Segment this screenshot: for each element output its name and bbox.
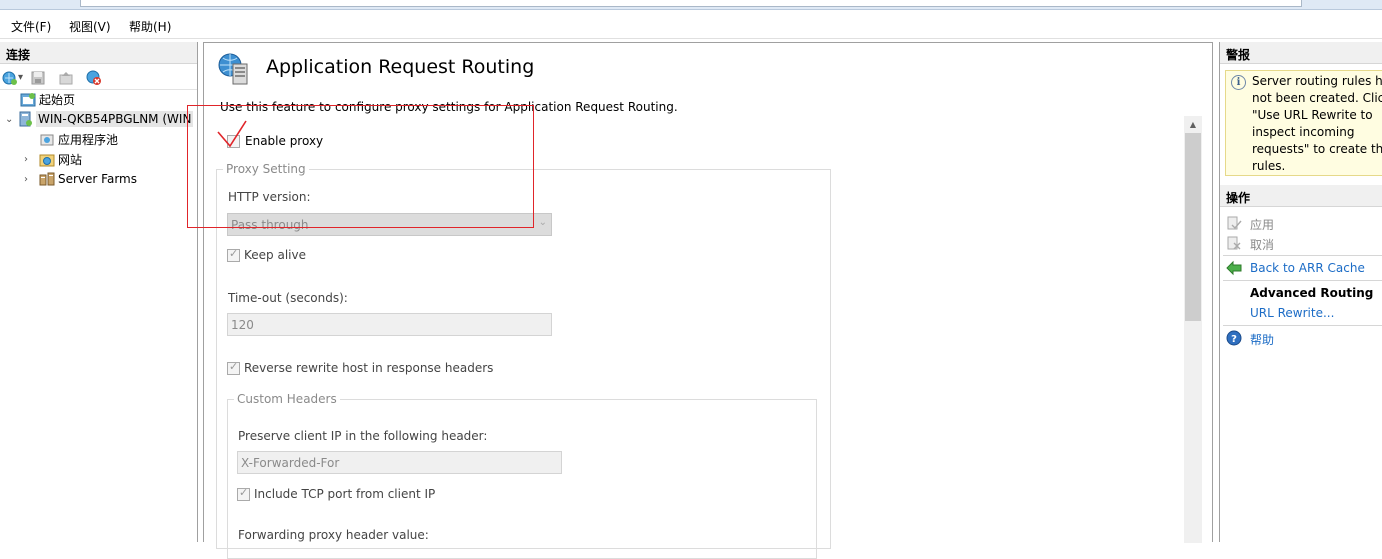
alert-line: inspect incoming [1252,125,1355,139]
server-farms-icon [39,172,55,186]
vertical-scrollbar[interactable]: ▲ [1184,116,1202,543]
back-arrow-icon [1226,260,1242,276]
url-rewrite-link[interactable]: URL Rewrite... [1250,306,1334,320]
start-page-icon [20,92,36,106]
expand-chevron-icon[interactable]: › [24,154,28,165]
divider [1223,255,1382,256]
reverse-rewrite-label: Reverse rewrite host in response headers [244,361,494,375]
keep-alive-label: Keep alive [244,248,306,262]
timeout-input[interactable]: 120 [227,313,552,336]
scroll-up-icon[interactable]: ▲ [1184,116,1202,133]
alert-message: Server routing rules ha not been created… [1252,73,1382,175]
title-strip [0,0,1382,10]
include-tcp-checkbox[interactable] [237,486,250,501]
advanced-routing-heading: Advanced Routing [1250,286,1374,300]
tree-item-label: 起始页 [39,93,76,107]
server-icon [19,111,32,127]
menu-view[interactable]: 视图(V) [69,18,111,35]
actions-header: 操作 [1220,185,1382,207]
menu-help[interactable]: 帮助(H) [129,18,171,35]
chevron-down-icon: ⌄ [538,217,547,228]
info-icon: i [1231,75,1246,90]
connect-dropdown-icon[interactable]: ▾ [18,72,23,83]
page-title: Application Request Routing [266,56,535,78]
apply-icon [1227,216,1242,230]
connections-pane: 连接 ▾ 起始页 ⌄ WIN-QKB54PBGLNM (WIN 应用程序池 › … [0,42,198,542]
app-pool-icon [40,134,54,145]
up-icon[interactable] [58,70,74,86]
alert-line: rules. [1252,159,1286,173]
tree-item-start-page[interactable]: 起始页 [20,91,75,111]
arr-feature-icon [218,53,248,85]
tree-item-app-pools[interactable]: 应用程序池 [39,131,118,151]
alert-line: "Use URL Rewrite to [1252,108,1373,122]
tree-item-server-farms[interactable]: Server Farms [39,171,137,191]
divider [1223,280,1382,281]
apply-action[interactable]: 应用 [1250,216,1274,233]
include-tcp-label: Include TCP port from client IP [254,487,436,501]
forwarding-header-label: Forwarding proxy header value: [238,528,429,542]
keep-alive-checkbox[interactable] [227,247,240,262]
timeout-label: Time-out (seconds): [228,291,348,305]
address-bar[interactable] [80,0,1302,7]
custom-headers-title: Custom Headers [234,392,340,406]
collapse-chevron-icon[interactable]: ⌄ [5,114,13,125]
tree-item-server[interactable]: WIN-QKB54PBGLNM (WIN [17,111,194,131]
connections-header: 连接 [0,42,197,64]
menu-file[interactable]: 文件(F) [11,18,51,35]
alerts-header: 警报 [1220,42,1382,64]
tree-item-label: 网站 [58,153,83,167]
cancel-action[interactable]: 取消 [1250,236,1274,253]
preserve-ip-label: Preserve client IP in the following head… [238,429,488,443]
actions-pane: 警报 i Server routing rules ha not been cr… [1219,42,1382,542]
sites-icon [39,154,55,166]
svg-text:?: ? [1231,334,1237,345]
tree-item-label: 应用程序池 [58,133,119,147]
help-icon: ? [1226,330,1242,346]
connect-icon[interactable] [2,70,18,86]
annotation-check-mark [217,120,247,148]
divider [1223,325,1382,326]
expand-chevron-icon[interactable]: › [24,174,28,185]
alert-line: not been created. Click [1252,91,1382,105]
save-icon[interactable] [30,70,46,86]
disconnect-icon[interactable] [86,70,102,86]
alert-line: Server routing rules ha [1252,74,1382,88]
connections-toolbar: ▾ [0,66,197,90]
back-to-arr-cache-link[interactable]: Back to ARR Cache [1250,261,1365,275]
cancel-icon [1227,236,1241,250]
reverse-rewrite-checkbox[interactable] [227,360,240,375]
alert-message-box: i Server routing rules ha not been creat… [1225,70,1382,176]
alert-line: requests" to create the [1252,142,1382,156]
tree-item-sites[interactable]: 网站 [39,151,82,171]
help-link[interactable]: 帮助 [1250,331,1274,348]
preserve-ip-input[interactable]: X-Forwarded-For [237,451,562,474]
tree-item-label: Server Farms [58,172,137,186]
tree-item-label: WIN-QKB54PBGLNM (WIN [36,111,194,127]
scroll-thumb[interactable] [1185,133,1201,321]
menu-bar: 文件(F) 视图(V) 帮助(H) [0,11,1382,39]
